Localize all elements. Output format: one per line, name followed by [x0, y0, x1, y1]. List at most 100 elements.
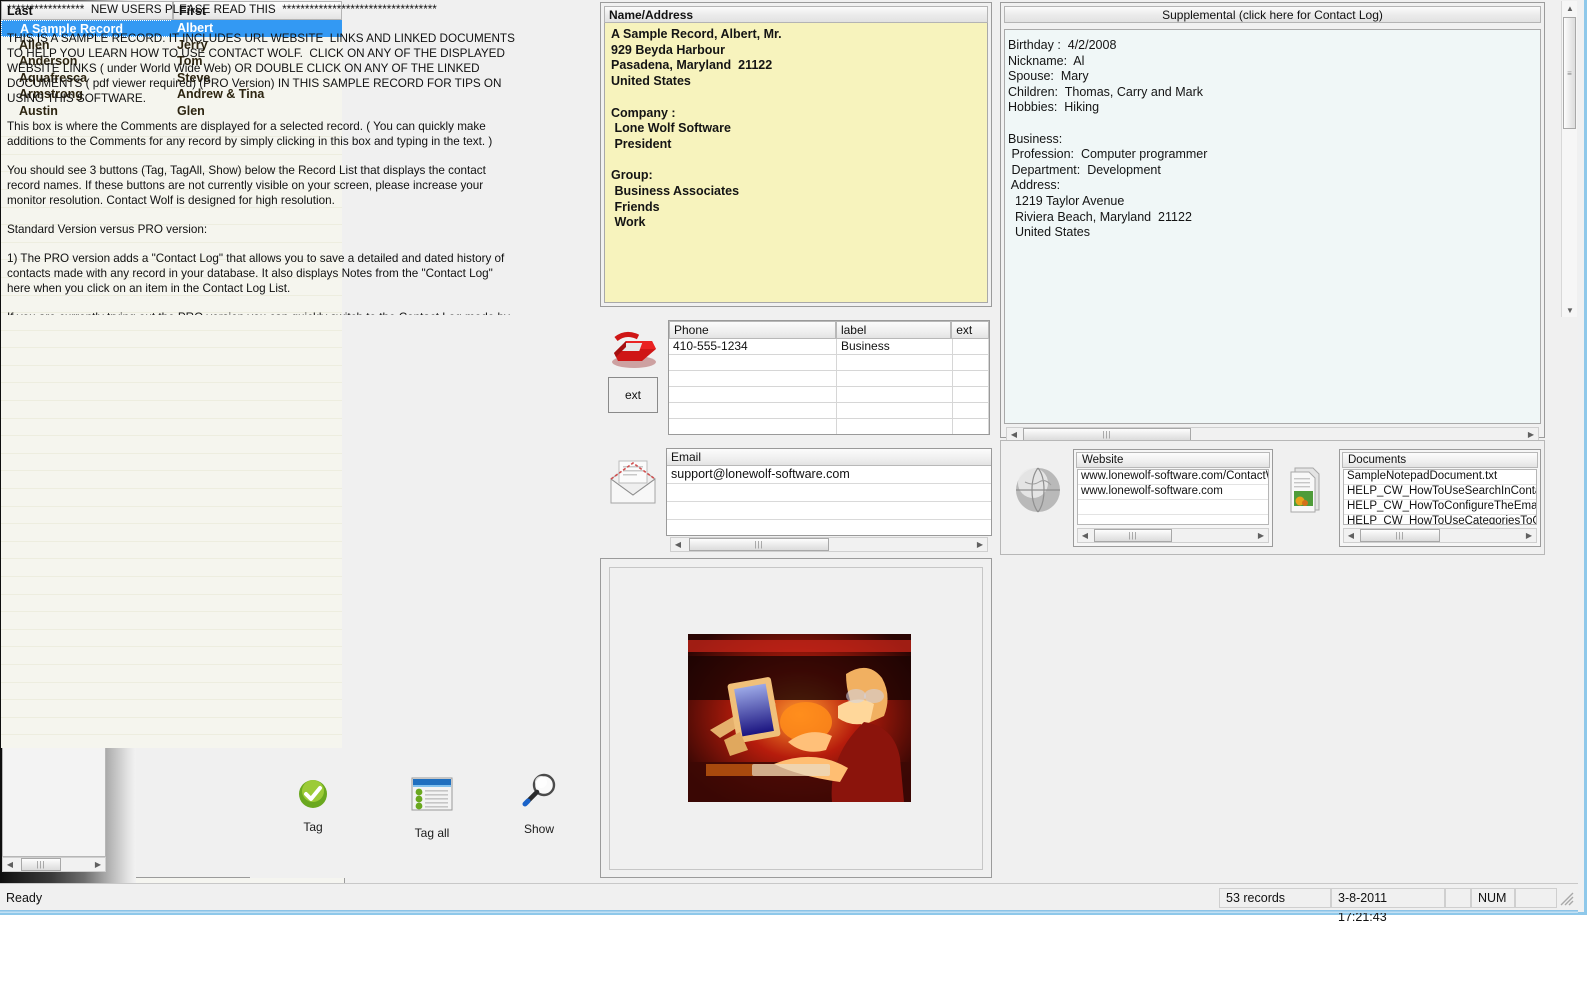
empty-row[interactable] [1, 612, 342, 630]
tag-button-label: Tag [303, 820, 323, 834]
empty-row[interactable] [1, 401, 342, 419]
name-address-panel: Name/Address A Sample Record, Albert, Mr… [600, 2, 992, 307]
scroll-thumb[interactable]: ||| [1094, 529, 1172, 542]
document-item[interactable]: HELP_CW_HowToUseCategoriesToGroup [1344, 515, 1536, 524]
empty-row[interactable] [1, 454, 342, 472]
phone-empty-row[interactable] [669, 355, 989, 371]
email-empty-row[interactable] [667, 484, 991, 502]
phone-cell [837, 419, 953, 434]
supplemental-line: Department: Development [1008, 162, 1161, 177]
scroll-up-icon[interactable]: ▲ [1562, 1, 1578, 15]
empty-row[interactable] [1, 718, 342, 736]
tag-button[interactable]: Tag [278, 778, 348, 834]
empty-row[interactable] [1, 647, 342, 665]
email-grid[interactable]: Email support@lonewolf-software.com [666, 448, 992, 536]
phone-row[interactable]: 410-555-1234 Business [669, 339, 989, 355]
datetime-status: 3-8-2011 17:21:43 [1331, 888, 1445, 924]
website-item[interactable]: www.lonewolf-software.com/ContactW [1078, 470, 1268, 485]
supplemental-header[interactable]: Supplemental (click here for Contact Log… [1004, 6, 1541, 23]
phone-cell [953, 355, 989, 371]
empty-row[interactable] [1, 559, 342, 577]
scroll-track[interactable]: ||| [17, 858, 91, 871]
documents-list[interactable]: SampleNotepadDocument.txt HELP_CW_HowToUs… [1343, 469, 1537, 525]
empty-row[interactable] [1, 383, 342, 402]
scroll-track[interactable]: ||| [685, 538, 973, 551]
supplemental-body[interactable]: Birthday : 4/2/2008 Nickname: Al Spouse: M… [1004, 29, 1541, 424]
scroll-right-icon[interactable]: ▶ [1522, 529, 1536, 542]
resize-grip-icon[interactable] [1560, 892, 1574, 906]
groups-hscrollbar[interactable]: ◀ ||| ▶ [2, 857, 106, 872]
phone-grid[interactable]: Phone label ext 410-555-1234 Business [668, 320, 990, 435]
email-grid-rows[interactable]: support@lonewolf-software.com [667, 466, 991, 535]
comment-paragraph: You should see 3 buttons (Tag, TagAll, S… [7, 164, 490, 208]
scroll-thumb[interactable]: ||| [21, 858, 61, 871]
phone-column-ext[interactable]: ext [951, 321, 989, 339]
phone-empty-row[interactable] [669, 371, 989, 387]
empty-row[interactable] [1, 665, 342, 683]
empty-row[interactable] [1, 542, 342, 560]
document-item[interactable]: SampleNotepadDocument.txt [1344, 470, 1536, 485]
document-item[interactable]: HELP_CW_HowToConfigureTheEmailEngi [1344, 500, 1536, 515]
documents-header[interactable]: Documents [1342, 452, 1538, 468]
phone-empty-row[interactable] [669, 403, 989, 419]
empty-row[interactable] [1, 436, 342, 454]
scroll-left-icon[interactable]: ◀ [3, 858, 17, 871]
empty-row[interactable] [1, 366, 342, 384]
empty-row[interactable] [1, 419, 342, 437]
empty-row[interactable] [1, 348, 342, 366]
phone-column-label[interactable]: label [835, 321, 952, 339]
ext-button[interactable]: ext [608, 377, 658, 413]
phone-column-phone[interactable]: Phone [669, 321, 836, 339]
scroll-left-icon[interactable]: ◀ [1344, 529, 1358, 542]
email-empty-row[interactable] [667, 520, 991, 535]
email-hscrollbar[interactable]: ◀ ||| ▶ [670, 537, 988, 552]
website-header[interactable]: Website [1076, 452, 1270, 468]
website-box: Website www.lonewolf-software.com/Contac… [1073, 449, 1273, 547]
phone-empty-row[interactable] [669, 419, 989, 434]
empty-row[interactable] [1, 524, 342, 542]
scroll-track[interactable]: ||| [1358, 529, 1522, 542]
empty-row[interactable] [1, 471, 342, 490]
scroll-left-icon[interactable]: ◀ [1078, 529, 1092, 542]
empty-row[interactable] [1, 630, 342, 648]
application-window: Add Edit [0, 0, 1587, 924]
email-column-header[interactable]: Email [667, 449, 991, 466]
website-list[interactable]: www.lonewolf-software.com/ContactW www.lo… [1077, 469, 1269, 525]
website-empty-item[interactable] [1078, 500, 1268, 515]
email-empty-row[interactable] [667, 502, 991, 520]
show-button[interactable]: Show [504, 772, 574, 836]
empty-row[interactable] [1, 683, 342, 701]
phone-empty-row[interactable] [669, 387, 989, 403]
document-stack-icon [1290, 467, 1320, 513]
empty-row[interactable] [1, 577, 342, 595]
scroll-thumb[interactable]: ||| [689, 538, 829, 551]
scroll-right-icon[interactable]: ▶ [973, 538, 987, 551]
scroll-track[interactable]: ||| [1092, 529, 1254, 542]
scroll-down-icon[interactable]: ▼ [1562, 303, 1578, 317]
name-address-body[interactable]: A Sample Record, Albert, Mr. 929 Beyda Ha… [604, 23, 988, 303]
website-hscrollbar[interactable]: ◀ ||| ▶ [1077, 528, 1269, 543]
empty-row[interactable] [1, 313, 342, 331]
documents-hscrollbar[interactable]: ◀ ||| ▶ [1343, 528, 1537, 543]
document-item[interactable]: HELP_CW_HowToUseSearchInContactWo [1344, 485, 1536, 500]
website-empty-item[interactable] [1078, 515, 1268, 524]
empty-row[interactable] [1, 735, 342, 748]
scroll-thumb[interactable]: ≡ [1563, 17, 1576, 129]
scroll-left-icon[interactable]: ◀ [671, 538, 685, 551]
scroll-thumb[interactable]: ||| [1360, 529, 1440, 542]
scroll-right-icon[interactable]: ▶ [91, 858, 105, 871]
tag-all-button[interactable]: Tag all [392, 776, 472, 840]
comments-vscrollbar[interactable]: ▲ ≡ ▼ [1561, 1, 1577, 317]
scroll-right-icon[interactable]: ▶ [1254, 529, 1268, 542]
comments-text[interactable]: ***************** NEW USERS PLEASE READ … [7, 3, 515, 315]
empty-row[interactable] [1, 489, 342, 507]
empty-row[interactable] [1, 700, 342, 718]
website-item[interactable]: www.lonewolf-software.com [1078, 485, 1268, 500]
email-row[interactable]: support@lonewolf-software.com [667, 466, 991, 484]
phone-grid-rows[interactable]: 410-555-1234 Business [669, 339, 989, 434]
empty-row[interactable] [1, 331, 342, 349]
empty-row[interactable] [1, 595, 342, 613]
empty-row[interactable] [1, 507, 342, 525]
